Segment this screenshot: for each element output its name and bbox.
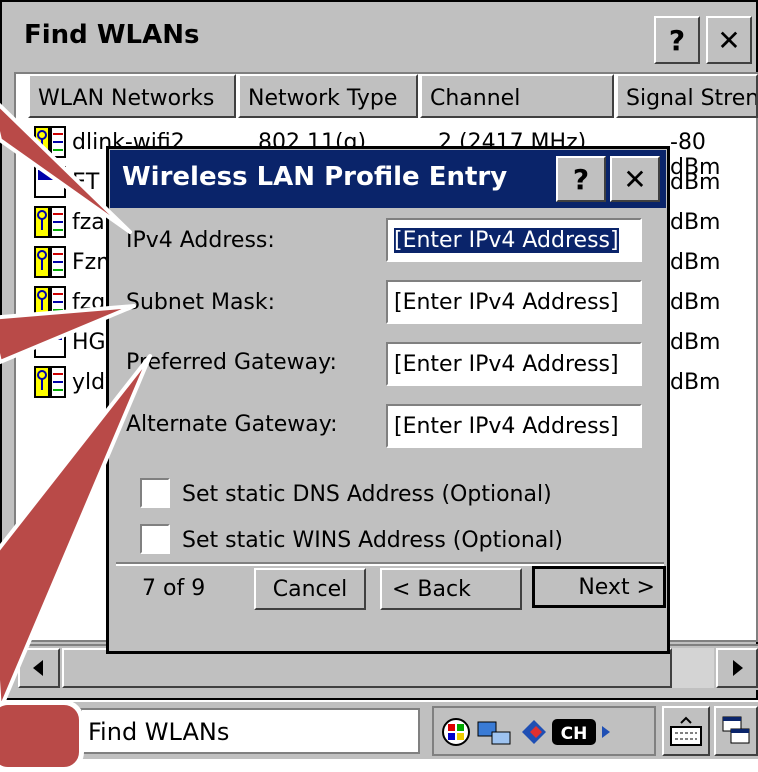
scroll-right-button[interactable] (716, 648, 758, 688)
tray-expand-icon (602, 726, 610, 738)
network-signal: dBm (670, 250, 721, 275)
ipv4-address-label: IPv4 Address: (126, 228, 275, 253)
static-dns-checkbox[interactable] (140, 478, 170, 508)
input-method-icon (442, 718, 470, 746)
subnet-mask-field[interactable]: [Enter IPv4 Address] (386, 280, 642, 324)
network-name: fza (72, 210, 105, 235)
wifi-network-icon (34, 286, 66, 318)
system-tray: CH (432, 706, 656, 756)
network-name: fzq (72, 290, 106, 315)
dialog-help-button[interactable]: ? (556, 156, 606, 202)
column-header-wlan-networks[interactable]: WLAN Networks (28, 74, 236, 118)
callout-label-box (0, 700, 84, 772)
network-signal: dBm (670, 330, 721, 355)
windows-stack-icon (722, 716, 750, 744)
preferred-gateway-field[interactable]: [Enter IPv4 Address] (386, 342, 642, 386)
ipv4-address-field[interactable]: [Enter IPv4 Address] (386, 218, 642, 262)
tray-icons: CH (442, 718, 610, 746)
language-indicator-icon: CH (552, 719, 596, 745)
wifi-network-icon (34, 326, 66, 358)
keyboard-icon (670, 716, 702, 746)
keyboard-button[interactable] (662, 706, 710, 756)
column-header-signal-strength[interactable]: Signal Stren (616, 74, 758, 118)
wifi-network-icon (34, 166, 66, 198)
static-dns-label[interactable]: Set static DNS Address (Optional) (182, 482, 552, 507)
network-signal: dBm (670, 170, 721, 195)
arrow-left-icon (33, 660, 43, 676)
static-wins-label[interactable]: Set static WINS Address (Optional) (182, 528, 563, 553)
column-header-network-type[interactable]: Network Type (238, 74, 418, 118)
page-indicator: 7 of 9 (142, 576, 206, 601)
dialog-close-button[interactable]: ✕ (610, 156, 660, 202)
window-help-button[interactable]: ? (654, 16, 700, 64)
desktop-button[interactable] (714, 706, 758, 756)
wifi-network-icon (34, 366, 66, 398)
cancel-button[interactable]: Cancel (254, 568, 366, 610)
wifi-network-icon (34, 246, 66, 278)
next-button[interactable]: Next > (532, 566, 666, 608)
arrow-right-icon (733, 660, 743, 676)
network-signal: dBm (670, 370, 721, 395)
wifi-network-icon (34, 126, 66, 158)
network-connection-icon (477, 721, 511, 745)
static-wins-checkbox[interactable] (140, 524, 170, 554)
preferred-gateway-label: Preferred Gateway: (126, 350, 337, 375)
window-close-button[interactable]: ✕ (706, 16, 752, 64)
scrollbar-thumb[interactable] (62, 648, 672, 688)
wifi-network-icon (34, 206, 66, 238)
back-button[interactable]: < Back (380, 568, 522, 610)
alternate-gateway-field[interactable]: [Enter IPv4 Address] (386, 404, 642, 448)
ipv4-address-value: [Enter IPv4 Address] (394, 228, 619, 253)
network-name: ET (72, 170, 100, 195)
tray-ch-label: CH (561, 724, 588, 744)
scroll-left-button[interactable] (18, 648, 60, 688)
window-title: Find WLANs (24, 20, 200, 50)
dialog-title: Wireless LAN Profile Entry (122, 162, 508, 192)
taskbar-item-find-wlans[interactable]: Find WLANs (80, 708, 420, 754)
alternate-gateway-label: Alternate Gateway: (126, 412, 338, 437)
wireless-status-icon (522, 720, 546, 744)
network-signal: dBm (670, 290, 721, 315)
subnet-mask-label: Subnet Mask: (126, 290, 276, 315)
column-header-channel[interactable]: Channel (420, 74, 614, 118)
network-signal: dBm (670, 210, 721, 235)
